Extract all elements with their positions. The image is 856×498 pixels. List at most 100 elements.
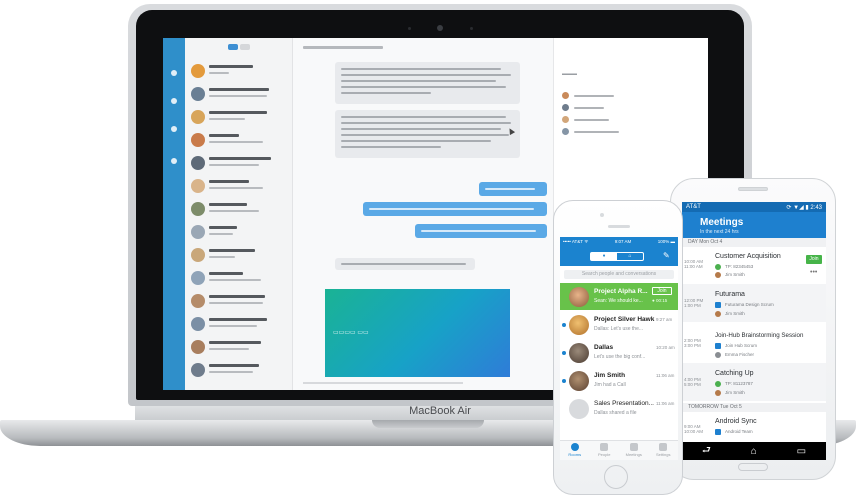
android-home-key xyxy=(738,463,768,471)
segment-rooms[interactable]: ♦ xyxy=(591,253,617,260)
room-icon xyxy=(715,343,721,349)
android-header: Meetings In the next 24 hrs xyxy=(682,212,826,238)
more-icon[interactable]: ••• xyxy=(810,269,817,276)
avatar xyxy=(191,248,205,262)
person-item[interactable] xyxy=(562,116,642,124)
tab-settings[interactable]: Settings xyxy=(649,441,679,460)
meeting-item[interactable]: 12:00 PM 1:00 PM Futurama Futurama Design… xyxy=(682,284,826,322)
conversation-preview xyxy=(209,72,229,74)
avatar xyxy=(191,340,205,354)
meeting-item[interactable]: 4:00 PM 5:00 PM Catching Up TP: 81123787 … xyxy=(682,363,826,401)
gear-icon xyxy=(659,443,668,451)
person-item[interactable] xyxy=(562,128,642,136)
room-row[interactable]: Jim Smith Jim had a Call 11:06 am xyxy=(560,367,678,394)
room-icon xyxy=(715,302,721,308)
laptop-brand-label: MacBook Air xyxy=(409,405,471,417)
rooms-icon xyxy=(570,443,579,451)
room-row[interactable]: Sales Presentation... Dallas shared a fi… xyxy=(560,395,678,422)
iphone-home-button xyxy=(604,465,628,489)
conversation-item[interactable] xyxy=(191,62,287,80)
room-row[interactable]: Dallas Let's use the big conf... 10:20 a… xyxy=(560,339,678,366)
chat-pane: ▭▭▭▭ ▭▭ xyxy=(293,38,553,390)
conversation-item[interactable] xyxy=(191,292,287,310)
conversation-item[interactable] xyxy=(191,246,287,264)
conversation-item[interactable] xyxy=(191,154,287,172)
message-bubble-sent xyxy=(415,224,547,238)
rail-people-icon[interactable] xyxy=(171,98,177,104)
room-row[interactable]: Project Alpha R... Sean: We should ke...… xyxy=(560,283,678,310)
back-icon[interactable]: ⮐ xyxy=(702,443,711,460)
rail-rooms-icon[interactable] xyxy=(171,70,177,76)
person-item[interactable] xyxy=(562,104,642,112)
conversation-item[interactable] xyxy=(191,177,287,195)
conversation-title xyxy=(209,318,267,321)
conversation-item[interactable] xyxy=(191,361,287,379)
calendar-icon xyxy=(629,443,638,451)
list-toggle[interactable] xyxy=(185,38,292,56)
room-row[interactable]: Project Silver Hawk Dallas: Let's use th… xyxy=(560,311,678,338)
conversation-title xyxy=(209,272,243,275)
shared-file-card[interactable]: ▭▭▭▭ ▭▭ xyxy=(325,289,510,377)
tab-rooms[interactable]: Rooms xyxy=(560,441,590,460)
meeting-host: Jim Smith xyxy=(725,311,745,316)
avatar xyxy=(569,315,589,335)
avatar xyxy=(191,179,205,193)
tab-people[interactable]: People xyxy=(590,441,620,460)
conversation-list xyxy=(185,38,293,390)
conversation-item[interactable] xyxy=(191,269,287,287)
avatar xyxy=(191,110,205,124)
compose-icon[interactable]: ✎ xyxy=(663,251,670,260)
iphone-header: ♦ ⌂ ✎ xyxy=(560,246,678,266)
conversation-title xyxy=(209,226,237,229)
conversation-item[interactable] xyxy=(191,315,287,333)
room-time: 10:20 am xyxy=(656,345,675,350)
meeting-detail: Futurama Design Scrum xyxy=(725,302,774,307)
toggle-rooms[interactable] xyxy=(227,44,238,50)
iphone-speaker xyxy=(608,225,630,228)
phone-icon xyxy=(715,381,721,387)
conversation-item[interactable] xyxy=(191,108,287,126)
conversation-item[interactable] xyxy=(191,85,287,103)
android-speaker xyxy=(738,187,768,191)
conversation-item[interactable] xyxy=(191,200,287,218)
avatar xyxy=(715,390,721,396)
room-icon xyxy=(715,429,721,435)
recents-icon[interactable]: ▭ xyxy=(797,446,806,457)
message-input[interactable] xyxy=(303,382,463,384)
person-item[interactable] xyxy=(562,92,642,100)
message-bubble xyxy=(335,62,520,104)
avatar xyxy=(715,311,721,317)
segment-people[interactable]: ⌂ xyxy=(617,253,643,260)
rail-settings-icon[interactable] xyxy=(171,158,177,164)
android-carrier: AT&T xyxy=(686,204,701,210)
meeting-detail: Join Hub Scrum xyxy=(725,343,758,348)
rail-meetings-icon[interactable] xyxy=(171,126,177,132)
conversation-preview xyxy=(209,325,257,327)
segmented-control: ♦ ⌂ xyxy=(590,252,644,261)
conversation-item[interactable] xyxy=(191,223,287,241)
conversation-item[interactable] xyxy=(191,131,287,149)
people-panel-title: ▬▬▬ xyxy=(562,71,577,77)
avatar xyxy=(191,133,205,147)
join-button[interactable]: Join xyxy=(806,255,822,264)
join-button[interactable]: Join xyxy=(652,287,672,295)
meeting-item[interactable]: 10:00 AM 11:00 AM Customer Acquisition TP… xyxy=(682,247,826,283)
conversation-title xyxy=(209,157,271,160)
avatar xyxy=(191,156,205,170)
avatar xyxy=(191,294,205,308)
conversation-title xyxy=(209,88,269,91)
message-bubble xyxy=(335,258,475,270)
meeting-item[interactable]: 2:00 PM 3:00 PM Join-Hub Brainstorming Se… xyxy=(682,324,826,362)
meeting-time: 2:00 PM 3:00 PM xyxy=(684,338,701,348)
avatar xyxy=(191,317,205,331)
search-input[interactable]: Search people and conversations xyxy=(564,270,674,279)
tab-meetings[interactable]: Meetings xyxy=(619,441,649,460)
meeting-detail: Android Team xyxy=(725,429,753,434)
conversation-item[interactable] xyxy=(191,338,287,356)
meeting-item[interactable]: 9:00 AM 10:00 AM Android Sync Android Tea… xyxy=(682,413,826,441)
android-day-header: TOMORROW Tue Oct 5 xyxy=(682,403,826,412)
room-name: Project Alpha R... xyxy=(594,288,648,295)
meeting-detail: TP: 81123787 xyxy=(725,381,753,386)
toggle-people[interactable] xyxy=(239,44,250,50)
home-icon[interactable]: ⌂ xyxy=(751,446,757,457)
